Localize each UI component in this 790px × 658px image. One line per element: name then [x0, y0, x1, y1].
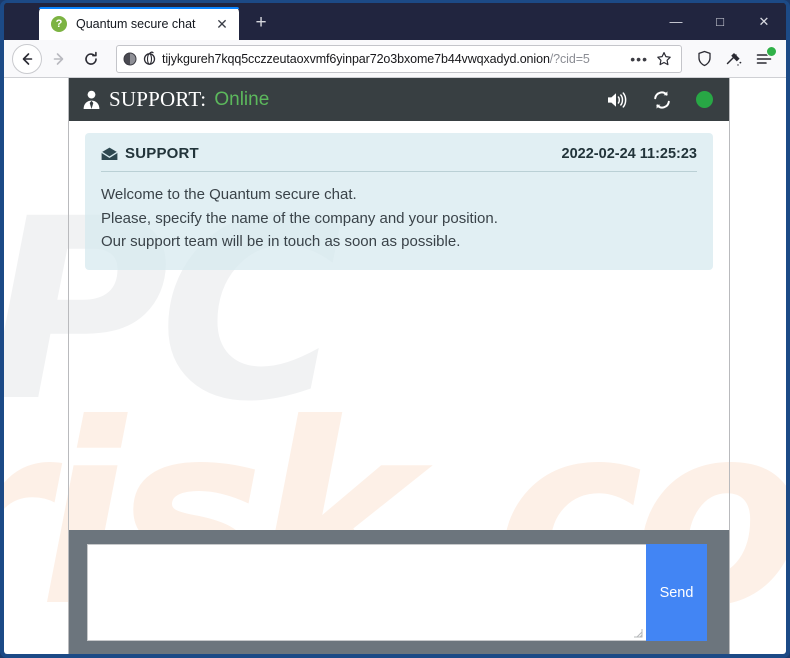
window-controls: — □ ✕ — [654, 3, 786, 40]
shield-icon[interactable] — [690, 45, 718, 73]
tab-title: Quantum secure chat — [76, 16, 196, 31]
online-status-dot — [696, 91, 713, 108]
chat-status-label: Online — [214, 88, 270, 110]
message-line: Our support team will be in touch as soo… — [101, 233, 461, 251]
hamburger-menu-icon[interactable] — [750, 45, 778, 73]
support-agent-icon — [81, 89, 102, 110]
speaker-volume-icon[interactable] — [606, 90, 628, 110]
message-timestamp: 2022-02-24 11:25:23 — [561, 145, 697, 162]
close-icon[interactable]: ✕ — [213, 15, 231, 33]
forward-arrow-icon — [44, 44, 74, 74]
message-body: Welcome to the Quantum secure chat. Plea… — [101, 172, 697, 254]
chat-container: SUPPORT: Online SUPPORT 2022-02-24 11:25… — [68, 78, 730, 654]
question-mark-circle-icon: ? — [51, 15, 67, 32]
chat-message: SUPPORT 2022-02-24 11:25:23 Welcome to t… — [85, 133, 713, 271]
page-viewport: PC risk.com SUPPORT: Online — [4, 78, 786, 654]
send-button[interactable]: Send — [646, 544, 707, 641]
chat-header: SUPPORT: Online — [69, 78, 729, 121]
close-window-button[interactable]: ✕ — [742, 3, 786, 40]
url-bar[interactable]: tijykgureh7kqq5cczzeutaoxvmf6yinpar72o3b… — [116, 44, 682, 73]
star-icon[interactable] — [653, 46, 675, 72]
page-actions-icon[interactable]: ••• — [630, 52, 648, 66]
refresh-icon[interactable] — [652, 90, 672, 110]
message-sender: SUPPORT — [125, 145, 199, 162]
reload-icon[interactable] — [76, 44, 106, 74]
message-input[interactable] — [87, 544, 646, 641]
message-header: SUPPORT 2022-02-24 11:25:23 — [101, 145, 697, 172]
update-badge — [766, 45, 777, 57]
onion-site-icon[interactable] — [142, 51, 157, 66]
pocket-save-icon[interactable] — [720, 45, 748, 73]
chat-header-actions — [606, 90, 713, 110]
chat-message-list: SUPPORT 2022-02-24 11:25:23 Welcome to t… — [69, 121, 729, 530]
browser-window: ? Quantum secure chat ✕ + — □ ✕ tijykgur… — [0, 0, 790, 658]
message-line: Welcome to the Quantum secure chat. — [101, 186, 357, 203]
chat-composer: Send — [69, 530, 729, 654]
back-arrow-icon[interactable] — [12, 43, 42, 74]
navigation-toolbar: tijykgureh7kqq5cczzeutaoxvmf6yinpar72o3b… — [4, 40, 786, 78]
maximize-button[interactable]: □ — [698, 3, 742, 40]
minimize-button[interactable]: — — [654, 3, 698, 40]
tab-strip: ? Quantum secure chat ✕ + — □ ✕ — [4, 3, 786, 40]
resize-grip-icon[interactable] — [632, 627, 643, 638]
url-text: tijykgureh7kqq5cczzeutaoxvmf6yinpar72o3b… — [162, 51, 590, 66]
message-line: Please, specify the name of the company … — [101, 209, 498, 227]
chat-header-title: SUPPORT: — [109, 87, 207, 111]
envelope-icon — [101, 147, 118, 161]
browser-tab[interactable]: ? Quantum secure chat ✕ — [39, 7, 239, 40]
shield-circle-icon[interactable] — [123, 52, 137, 66]
plus-icon[interactable]: + — [246, 8, 276, 38]
